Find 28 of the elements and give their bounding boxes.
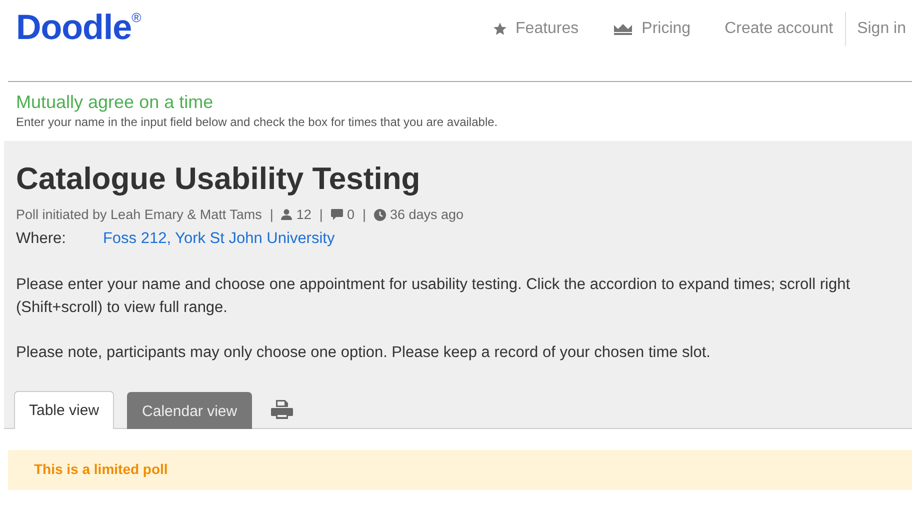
description-paragraph: Please note, participants may only choose one option. Please keep a record of your chosen time slot.: [16, 343, 712, 363]
logo[interactable]: Doodle: [16, 8, 132, 48]
intro-text: Enter your name in the input field below and check the box for times that you are available.: [16, 115, 499, 129]
poll-title: Catalogue Usability Testing: [16, 161, 422, 197]
where-label: Where:: [16, 230, 66, 248]
star-icon: [492, 22, 507, 36]
nav-link[interactable]: Pricing: [590, 12, 703, 46]
description-paragraph: Please enter your name and choose one appointment for usability testing. Click the accordion to expand times; scroll right (Shift+scroll) to view full range.: [16, 275, 852, 318]
location-link[interactable]: Foss 212, York St John University: [102, 230, 335, 248]
notice-title: This is a limited poll: [34, 461, 169, 477]
crown-icon: [612, 23, 633, 35]
person-icon: [281, 209, 292, 220]
nav-link[interactable]: Create account: [702, 12, 846, 46]
clock-icon: [374, 208, 386, 220]
intro-heading: Mutually agree on a time: [16, 92, 214, 113]
separator: |: [319, 207, 323, 222]
comment-count: 0: [346, 207, 354, 222]
separator: |: [362, 207, 366, 222]
comment-icon: [330, 209, 343, 220]
separator: |: [270, 207, 274, 222]
nav-link[interactable]: Features: [470, 12, 591, 46]
print-icon[interactable]: [271, 400, 294, 419]
poll-initiator: Poll initiated by Leah Emary & Matt Tams: [16, 207, 262, 222]
registered-mark: ®: [132, 10, 142, 25]
view-tab[interactable]: Calendar view: [127, 392, 252, 429]
view-tab[interactable]: Table view: [14, 391, 114, 429]
participant-count: 12: [296, 207, 312, 222]
poll-age: 36 days ago: [390, 207, 464, 222]
